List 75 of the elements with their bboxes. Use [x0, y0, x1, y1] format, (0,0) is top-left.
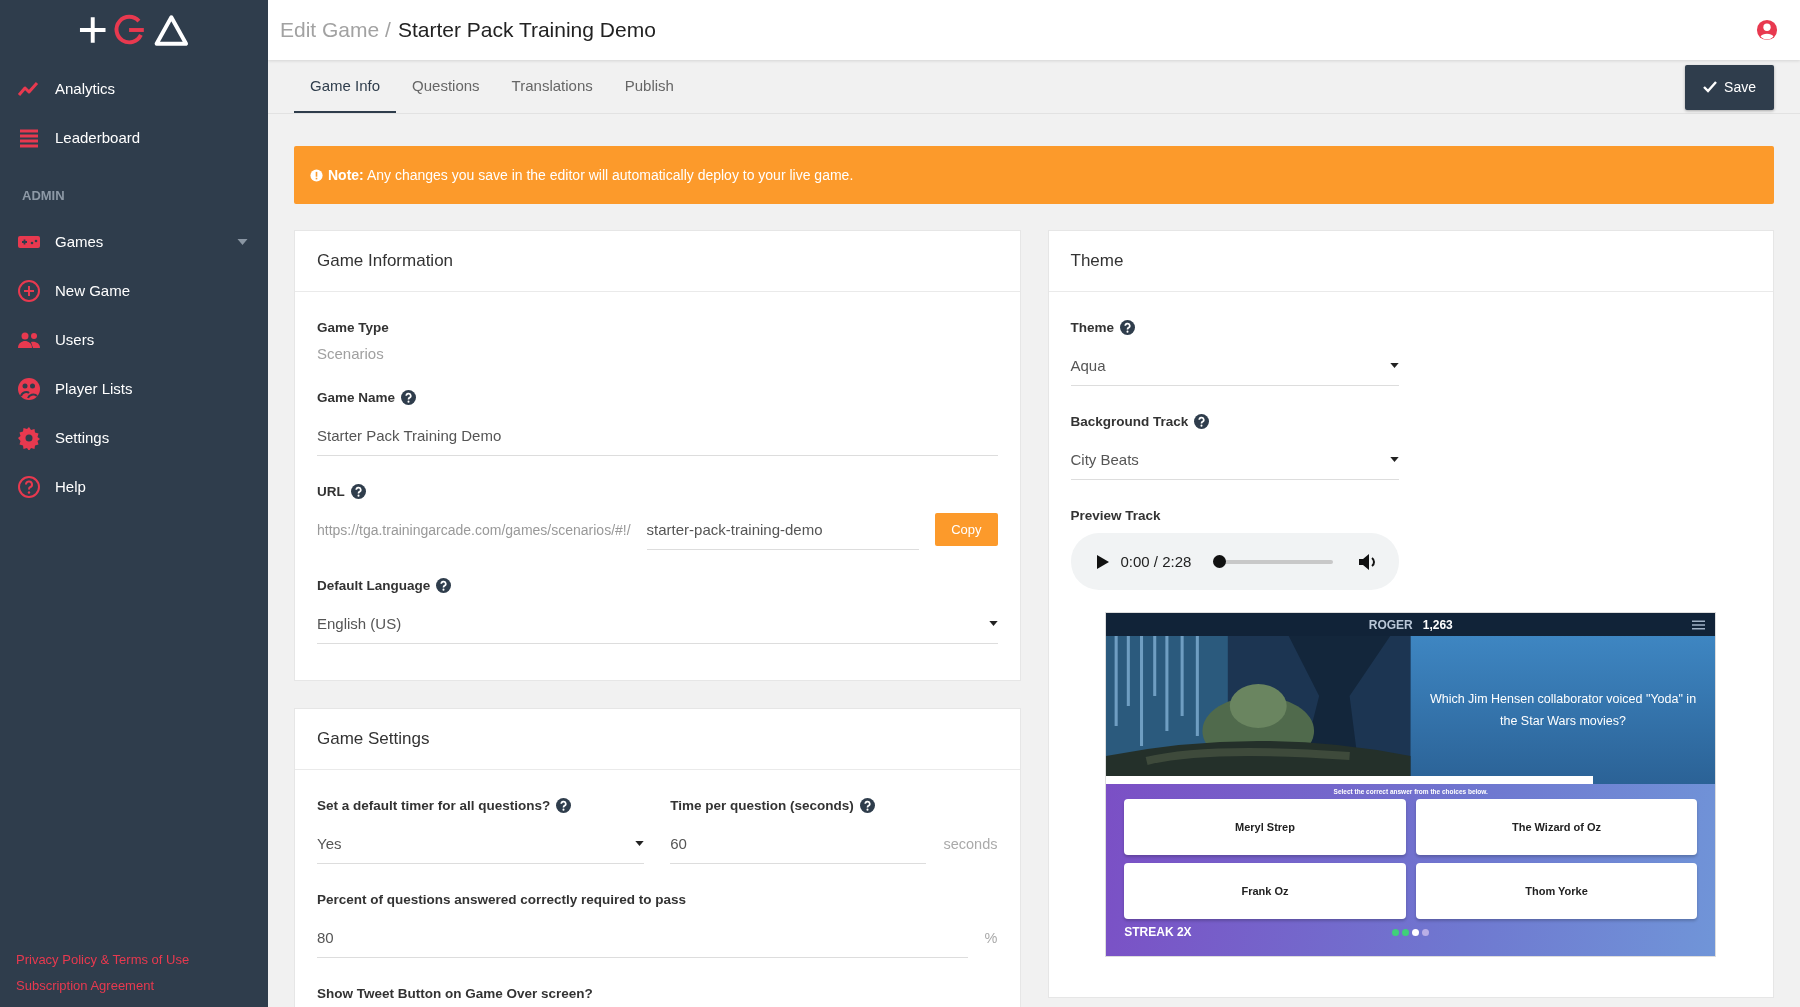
card-title: Game Settings — [295, 709, 1020, 770]
help-icon — [17, 474, 41, 499]
answer-choice[interactable]: Frank Oz — [1124, 863, 1406, 919]
url-prefix: https://tga.trainingarcade.com/games/scenarios/#!/ — [317, 521, 631, 538]
add-circle-icon — [17, 278, 41, 303]
streak-label: STREAK 2X — [1124, 925, 1193, 939]
field-label: Set a default timer for all questions? — [317, 798, 551, 813]
select-field[interactable]: English (US) — [317, 603, 998, 644]
sidebar-item[interactable]: Analytics — [0, 64, 268, 113]
dropdown-caret-icon — [635, 840, 645, 846]
logo-icon — [78, 13, 190, 47]
help-icon[interactable] — [401, 390, 417, 405]
score: 1,263 — [1422, 617, 1453, 632]
card-title: Theme — [1048, 231, 1773, 292]
tab[interactable]: Translations — [495, 60, 609, 113]
text-field[interactable]: Starter Pack Training Demo — [317, 415, 998, 456]
alert-icon — [310, 168, 323, 182]
number-field[interactable]: 80 — [317, 917, 968, 958]
field-label: Preview Track — [1070, 508, 1161, 523]
help-icon[interactable] — [556, 798, 572, 813]
select-field[interactable]: City Beats — [1070, 439, 1399, 480]
unit-label: % — [984, 929, 998, 946]
field-label: URL — [317, 484, 345, 499]
sidebar-item[interactable]: Games — [0, 217, 268, 266]
settings-icon — [17, 425, 41, 450]
question-text: Which Jim Hensen collaborator voiced "Yoda" in the Star Wars movies? — [1428, 690, 1698, 730]
help-icon[interactable] — [436, 578, 452, 593]
answer-choice[interactable]: Thom Yorke — [1415, 863, 1698, 919]
tab[interactable]: Publish — [608, 60, 690, 113]
sidebar-item[interactable]: New Game — [0, 266, 268, 315]
caret-icon — [237, 238, 248, 245]
check-icon — [1703, 81, 1718, 93]
answer-choice[interactable]: Meryl Strep — [1124, 799, 1406, 855]
field-label: Time per question (seconds) — [670, 798, 854, 813]
sidebar-item[interactable]: Users — [0, 315, 268, 364]
field-label: Percent of questions answered correctly required to pass — [317, 892, 687, 907]
player-name: ROGER — [1368, 617, 1413, 632]
select-field[interactable]: Aqua — [1070, 345, 1399, 386]
help-icon[interactable] — [1194, 414, 1210, 429]
dropdown-caret-icon — [988, 620, 998, 626]
select-field[interactable]: Yes — [317, 823, 645, 864]
field-label: Show Tweet Button on Game Over screen? — [317, 986, 593, 1001]
field-label: Default Language — [317, 578, 431, 593]
sidebar-item[interactable]: Player Lists — [0, 364, 268, 413]
field-label: Game Name — [317, 390, 396, 405]
field-label: Background Track — [1070, 414, 1189, 429]
sidebar-item[interactable]: Settings — [0, 413, 268, 462]
slug-field[interactable]: starter-pack-training-demo — [646, 509, 920, 550]
field-label: Game Type — [317, 320, 389, 335]
field-label: Theme — [1070, 320, 1114, 335]
notice-text: Note: Any changes you save in the editor will automatically deploy to your live game. — [328, 167, 854, 183]
number-field[interactable]: 60 — [670, 823, 927, 864]
dropdown-caret-icon — [1389, 362, 1399, 368]
tab[interactable]: Game Info — [294, 60, 397, 113]
help-icon[interactable] — [350, 484, 366, 499]
sidebar-item[interactable]: Help — [0, 462, 268, 511]
unit-label: seconds — [943, 835, 998, 852]
menu-icon — [1692, 619, 1706, 630]
card-title: Game Information — [295, 231, 1020, 292]
play-icon[interactable] — [1096, 554, 1109, 569]
answer-choice[interactable]: The Wizard of Oz — [1415, 799, 1698, 855]
time-readout: 0:00 / 2:28 — [1120, 553, 1192, 570]
group-circle-icon — [17, 376, 41, 401]
tab[interactable]: Questions — [396, 60, 496, 113]
help-icon[interactable] — [1120, 320, 1135, 335]
section-heading: ADMIN — [21, 187, 66, 205]
sidebar-item[interactable]: Leaderboard — [0, 113, 268, 162]
save-button[interactable]: Save — [1685, 64, 1774, 110]
user-avatar-icon[interactable] — [1756, 19, 1778, 41]
seek-thumb[interactable] — [1213, 555, 1227, 568]
page-title: Starter Pack Training Demo — [397, 18, 656, 42]
dropdown-caret-icon — [1389, 456, 1399, 462]
field-value: Scenarios — [317, 345, 385, 362]
help-icon[interactable] — [859, 798, 875, 813]
seek-track[interactable] — [1213, 555, 1333, 568]
